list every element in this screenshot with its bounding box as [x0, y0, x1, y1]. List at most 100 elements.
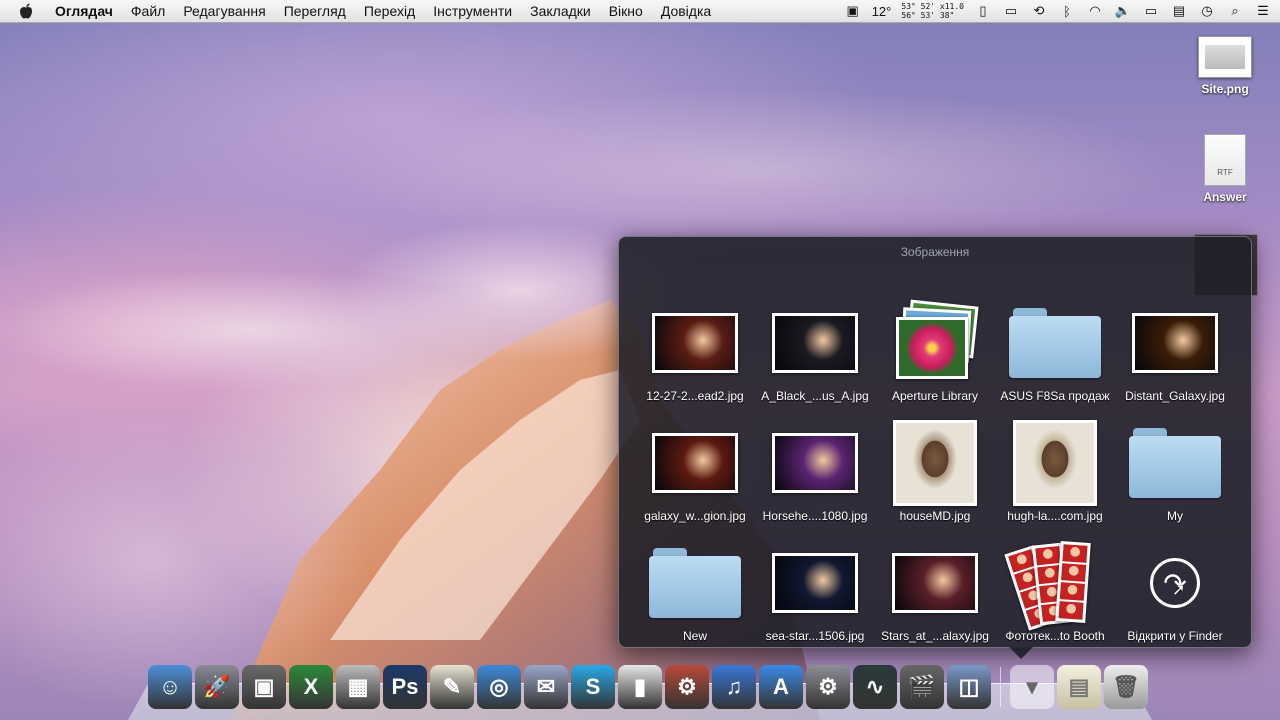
clock-icon[interactable]: ◷: [1198, 3, 1216, 19]
menu-help[interactable]: Довідка: [652, 3, 720, 19]
stack-item[interactable]: sea-star...1506.jpg: [755, 525, 875, 645]
time-machine-icon[interactable]: ⟲: [1030, 3, 1048, 19]
menu-bookmarks[interactable]: Закладки: [521, 3, 600, 19]
stack-item[interactable]: New: [635, 525, 755, 645]
itunes-icon[interactable]: ♫: [712, 665, 756, 709]
battery-status-icon[interactable]: ▭: [1142, 3, 1160, 19]
menu-app-name[interactable]: Оглядач: [46, 3, 122, 19]
stack-item[interactable]: Aperture Library: [875, 285, 995, 405]
photo-booth-icon[interactable]: ▣: [242, 665, 286, 709]
stack-item[interactable]: Фототек...to Booth: [995, 525, 1115, 645]
stack-item-label: New: [682, 629, 707, 643]
dock: ☺ 🚀 ▣ X ▦ Ps ✎ ◎ ✉ S ▮ ⚙ ♫ A ⚙ ∿ 🎬 ◫ ▾ ▤ 🗑: [128, 665, 1152, 720]
stack-item[interactable]: My: [1115, 405, 1235, 525]
image-thumbnail-icon: [892, 553, 978, 613]
menu-bar: Оглядач Файл Редагування Перегляд Перехі…: [0, 0, 1280, 23]
volume-icon[interactable]: 🔈: [1114, 3, 1132, 19]
coordinates-readout[interactable]: 53° 52' x11.0 56° 53' 38": [901, 2, 964, 20]
documents-stack-icon[interactable]: ▤: [1057, 665, 1101, 709]
system-preferences-icon[interactable]: ⚙: [806, 665, 850, 709]
stack-item[interactable]: ASUS F8Sa продаж: [995, 285, 1115, 405]
dock-apps: ☺ 🚀 ▣ X ▦ Ps ✎ ◎ ✉ S ▮ ⚙ ♫ A ⚙ ∿ 🎬 ◫ ▾ ▤ 🗑: [148, 665, 1148, 709]
desktop-icon-label: Site.png: [1201, 82, 1249, 96]
menu-view[interactable]: Перегляд: [275, 3, 355, 19]
stack-item-label: sea-star...1506.jpg: [765, 629, 865, 643]
menu-tools[interactable]: Інструменти: [424, 3, 521, 19]
stack-item-label: Stars_at_...alaxy.jpg: [881, 629, 989, 643]
activity-monitor-icon[interactable]: ∿: [853, 665, 897, 709]
stack-item[interactable]: Stars_at_...alaxy.jpg: [875, 525, 995, 645]
stack-title: Зображення: [900, 245, 970, 259]
apple-menu-icon[interactable]: [18, 2, 34, 20]
menu-file[interactable]: Файл: [122, 3, 174, 19]
calculator-icon[interactable]: ▦: [336, 665, 380, 709]
stack-item-label: houseMD.jpg: [899, 509, 971, 523]
dock-stack-popup: Зображення 12-27-2...ead2.jpg A_Black_...…: [618, 236, 1252, 659]
excel-icon[interactable]: X: [289, 665, 333, 709]
preview-icon[interactable]: ◫: [947, 665, 991, 709]
images-stack-icon[interactable]: ▾: [1010, 665, 1054, 709]
image-file-icon: [1198, 36, 1252, 78]
aperture-library-icon: [894, 299, 979, 383]
dock-separator: [1000, 667, 1001, 707]
stack-item-label: My: [1167, 509, 1183, 523]
wifi-icon[interactable]: ◠: [1086, 3, 1104, 19]
notification-list-icon[interactable]: ☰: [1254, 3, 1272, 19]
folder-icon: [1009, 308, 1101, 378]
stack-item[interactable]: Horsehe....1080.jpg: [755, 405, 875, 525]
temperature[interactable]: 12°: [872, 4, 892, 19]
image-thumbnail-icon: [772, 553, 858, 613]
stack-item[interactable]: Distant_Galaxy.jpg: [1115, 285, 1235, 405]
stack-item-label: hugh-la....com.jpg: [1007, 509, 1103, 523]
stack-item-label: 12-27-2...ead2.jpg: [646, 389, 744, 403]
script-icon[interactable]: ⚙: [665, 665, 709, 709]
rtf-document-icon: RTF: [1204, 134, 1246, 186]
image-thumbnail-icon: [1132, 313, 1218, 373]
stack-item-label: galaxy_w...gion.jpg: [644, 509, 746, 523]
folder-icon: [649, 548, 741, 618]
spotlight-icon[interactable]: ⌕: [1226, 3, 1244, 19]
trash-icon[interactable]: 🗑: [1104, 665, 1148, 709]
launchpad-icon[interactable]: 🚀: [195, 665, 239, 709]
stack-item-label: Відкрити у Finder: [1127, 629, 1223, 643]
app-store-icon[interactable]: A: [759, 665, 803, 709]
bluetooth-icon[interactable]: ᛒ: [1058, 3, 1076, 19]
monitor-icon[interactable]: ▭: [1002, 3, 1020, 19]
textedit-icon[interactable]: ✎: [430, 665, 474, 709]
stack-item[interactable]: A_Black_...us_A.jpg: [755, 285, 875, 405]
battery-icon[interactable]: ▯: [974, 3, 992, 19]
skype-icon[interactable]: S: [571, 665, 615, 709]
stack-item-label: Horsehe....1080.jpg: [762, 509, 868, 523]
portrait-thumbnail-icon: [1013, 420, 1097, 506]
stack-item[interactable]: galaxy_w...gion.jpg: [635, 405, 755, 525]
photo-booth-library-icon: [1004, 540, 1098, 631]
safari-icon[interactable]: ◎: [477, 665, 521, 709]
portrait-thumbnail-icon: [893, 420, 977, 506]
stack-item[interactable]: houseMD.jpg: [875, 405, 995, 525]
folder-icon: [1129, 428, 1221, 498]
stack-item-label: ASUS F8Sa продаж: [1000, 389, 1110, 403]
stack-item[interactable]: hugh-la....com.jpg: [995, 405, 1115, 525]
menu-go[interactable]: Перехід: [355, 3, 424, 19]
stack-item-label: Aperture Library: [891, 389, 979, 403]
menu-window[interactable]: Вікно: [600, 3, 652, 19]
finder-icon[interactable]: ☺: [148, 665, 192, 709]
photoshop-icon[interactable]: Ps: [383, 665, 427, 709]
stack-item-label: Фототек...to Booth: [1005, 629, 1105, 643]
imovie-icon[interactable]: 🎬: [900, 665, 944, 709]
stack-pointer-arrow: [1009, 647, 1033, 659]
desktop-icon-label: Answer: [1203, 190, 1247, 204]
us-flag-icon[interactable]: ▤: [1170, 3, 1188, 19]
desktop-icon-site[interactable]: Site.png: [1185, 36, 1265, 96]
image-thumbnail-icon: [772, 433, 858, 493]
mouse-icon[interactable]: ▮: [618, 665, 662, 709]
mail-icon[interactable]: ✉: [524, 665, 568, 709]
menu-edit[interactable]: Редагування: [174, 3, 274, 19]
camera-icon[interactable]: ▣: [844, 3, 862, 19]
stack-grid: 12-27-2...ead2.jpg A_Black_...us_A.jpg Ape…: [635, 285, 1235, 645]
image-thumbnail-icon: [652, 433, 738, 493]
desktop-icon-answer[interactable]: RTF Answer: [1185, 134, 1265, 204]
image-thumbnail-icon: [652, 313, 738, 373]
stack-item[interactable]: 12-27-2...ead2.jpg: [635, 285, 755, 405]
image-thumbnail-icon: [772, 313, 858, 373]
